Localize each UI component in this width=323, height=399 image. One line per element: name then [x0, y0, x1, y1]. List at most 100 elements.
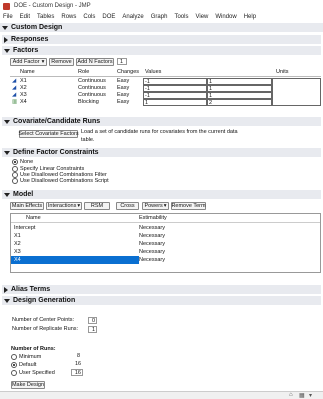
factor-name[interactable]: X4 [20, 99, 27, 105]
home-icon[interactable]: ⌂ [289, 392, 293, 398]
remove-factor-button[interactable]: Remove [49, 58, 74, 66]
make-design-button[interactable]: Make Design [11, 381, 45, 389]
disclosure-down-icon[interactable] [4, 48, 10, 53]
model-term-name: X1 [14, 233, 21, 239]
window-list-icon[interactable]: ▾ [309, 392, 312, 399]
constraint-none-label[interactable]: None [20, 159, 33, 165]
disclosure-right-icon[interactable] [4, 36, 8, 43]
factor-changes[interactable]: Easy [117, 92, 129, 98]
menu-tools[interactable]: Tools [174, 14, 188, 20]
menu-doe[interactable]: DOE [102, 14, 115, 20]
model-term-row[interactable]: X1 Necessary [11, 232, 320, 240]
disclosure-down-icon[interactable] [2, 25, 8, 30]
model-col-name: Name [26, 215, 41, 221]
menu-window[interactable]: Window [215, 14, 236, 20]
runs-default-radio[interactable] [11, 362, 17, 368]
responses-header[interactable]: Responses [2, 35, 321, 44]
factor-role[interactable]: Continuous [78, 85, 106, 91]
model-term-estimability[interactable]: Necessary [139, 249, 165, 255]
model-term-estimability[interactable]: Necessary [139, 233, 165, 239]
add-factor-button[interactable]: Add Factor ▾ [10, 58, 47, 66]
dropdown-arrow-icon: ▾ [77, 203, 81, 209]
menu-rows[interactable]: Rows [61, 14, 76, 20]
runs-user-specified-input[interactable]: 16 [71, 369, 83, 376]
model-header-divider [11, 222, 320, 223]
factor-high-value[interactable]: 1 [207, 78, 272, 85]
constraint-script-label[interactable]: Use Disallowed Combinations Script [20, 178, 109, 184]
factor-role[interactable]: Continuous [78, 92, 106, 98]
factor-changes[interactable]: Easy [117, 85, 129, 91]
menu-edit[interactable]: Edit [20, 14, 30, 20]
constraints-header[interactable]: Define Factor Constraints [2, 148, 321, 157]
main-effects-button[interactable]: Main Effects [10, 202, 44, 210]
replicate-runs-input[interactable]: 1 [88, 326, 97, 333]
runs-minimum-value: 8 [77, 353, 81, 359]
table-icon[interactable]: ▦ [299, 392, 305, 399]
custom-design-header[interactable]: Custom Design [0, 23, 323, 32]
covariate-title: Covariate/Candidate Runs [13, 118, 101, 125]
covariate-header[interactable]: Covariate/Candidate Runs [2, 117, 321, 126]
disclosure-down-icon[interactable] [4, 192, 10, 197]
model-term-row[interactable]: X3 Necessary [11, 248, 320, 256]
model-term-row-selected[interactable]: X4 Necessary [11, 256, 320, 264]
factor-col-values: Values [145, 69, 162, 75]
disclosure-down-icon[interactable] [4, 150, 10, 155]
menu-graph[interactable]: Graph [151, 14, 168, 20]
factor-low-value[interactable]: -1 [143, 92, 207, 99]
model-term-estimability[interactable]: Necessary [139, 241, 165, 247]
factor-name[interactable]: X1 [20, 78, 27, 84]
runs-default-label[interactable]: Default [19, 362, 36, 368]
factor-low-value[interactable]: -1 [143, 85, 207, 92]
factor-changes[interactable]: Easy [117, 99, 129, 105]
menu-analyze[interactable]: Analyze [122, 14, 143, 20]
model-term-row[interactable]: X2 Necessary [11, 240, 320, 248]
disclosure-down-icon[interactable] [4, 119, 10, 124]
rsm-button[interactable]: RSM [84, 202, 110, 210]
factor-col-changes: Changes [117, 69, 140, 75]
model-term-estimability[interactable]: Necessary [139, 225, 165, 231]
factor-col-units: Units [276, 69, 289, 75]
factor-name[interactable]: X2 [20, 85, 27, 91]
factor-high-value[interactable]: 2 [207, 99, 272, 106]
cross-button[interactable]: Cross [116, 202, 139, 210]
factor-role[interactable]: Blocking [78, 99, 99, 105]
factor-high-value[interactable]: 1 [207, 92, 272, 99]
runs-minimum-label[interactable]: Minimum [19, 354, 41, 360]
factor-high-value[interactable]: 1 [207, 85, 272, 92]
add-n-factors-button[interactable]: Add N Factors [76, 58, 114, 66]
factor-changes[interactable]: Easy [117, 78, 129, 84]
factors-header[interactable]: Factors [2, 46, 321, 55]
alias-terms-header[interactable]: Alias Terms [2, 285, 321, 294]
runs-user-specified-radio[interactable] [11, 370, 17, 376]
factor-low-value[interactable]: -1 [143, 78, 207, 85]
model-term-row[interactable]: Intercept Necessary [11, 224, 320, 232]
runs-minimum-radio[interactable] [11, 354, 17, 360]
model-col-estimability: Estimability [139, 215, 167, 221]
units-column-box[interactable] [272, 78, 321, 106]
remove-term-button[interactable]: Remove Term [171, 202, 206, 210]
model-term-estimability[interactable]: Necessary [139, 256, 320, 264]
menu-tables[interactable]: Tables [37, 14, 54, 20]
constraint-script-radio[interactable] [12, 178, 18, 184]
design-generation-header[interactable]: Design Generation [2, 296, 321, 305]
model-header[interactable]: Model [2, 190, 321, 199]
factor-name[interactable]: X3 [20, 92, 27, 98]
powers-label: Powers [144, 203, 163, 209]
menu-help[interactable]: Help [244, 14, 256, 20]
menu-file[interactable]: File [3, 14, 13, 20]
disclosure-right-icon[interactable] [4, 286, 8, 293]
disclosure-down-icon[interactable] [4, 298, 10, 303]
constraint-none-radio[interactable] [12, 159, 18, 165]
factor-low-value[interactable]: 1 [143, 99, 207, 106]
center-points-input[interactable]: 0 [88, 317, 97, 324]
center-points-label: Number of Center Points: [12, 317, 75, 323]
select-covariate-factors-button[interactable]: Select Covariate Factors [18, 130, 79, 138]
factor-role[interactable]: Continuous [78, 78, 106, 84]
menu-cols[interactable]: Cols [83, 14, 95, 20]
powers-button[interactable]: Powers ▾ [142, 202, 169, 210]
n-factors-input[interactable]: 1 [117, 58, 127, 65]
menu-view[interactable]: View [195, 14, 208, 20]
runs-user-specified-label[interactable]: User Specified [19, 370, 55, 376]
interactions-button[interactable]: Interactions ▾ [46, 202, 82, 210]
model-terms-list[interactable]: Name Estimability Intercept Necessary X1… [10, 213, 321, 273]
